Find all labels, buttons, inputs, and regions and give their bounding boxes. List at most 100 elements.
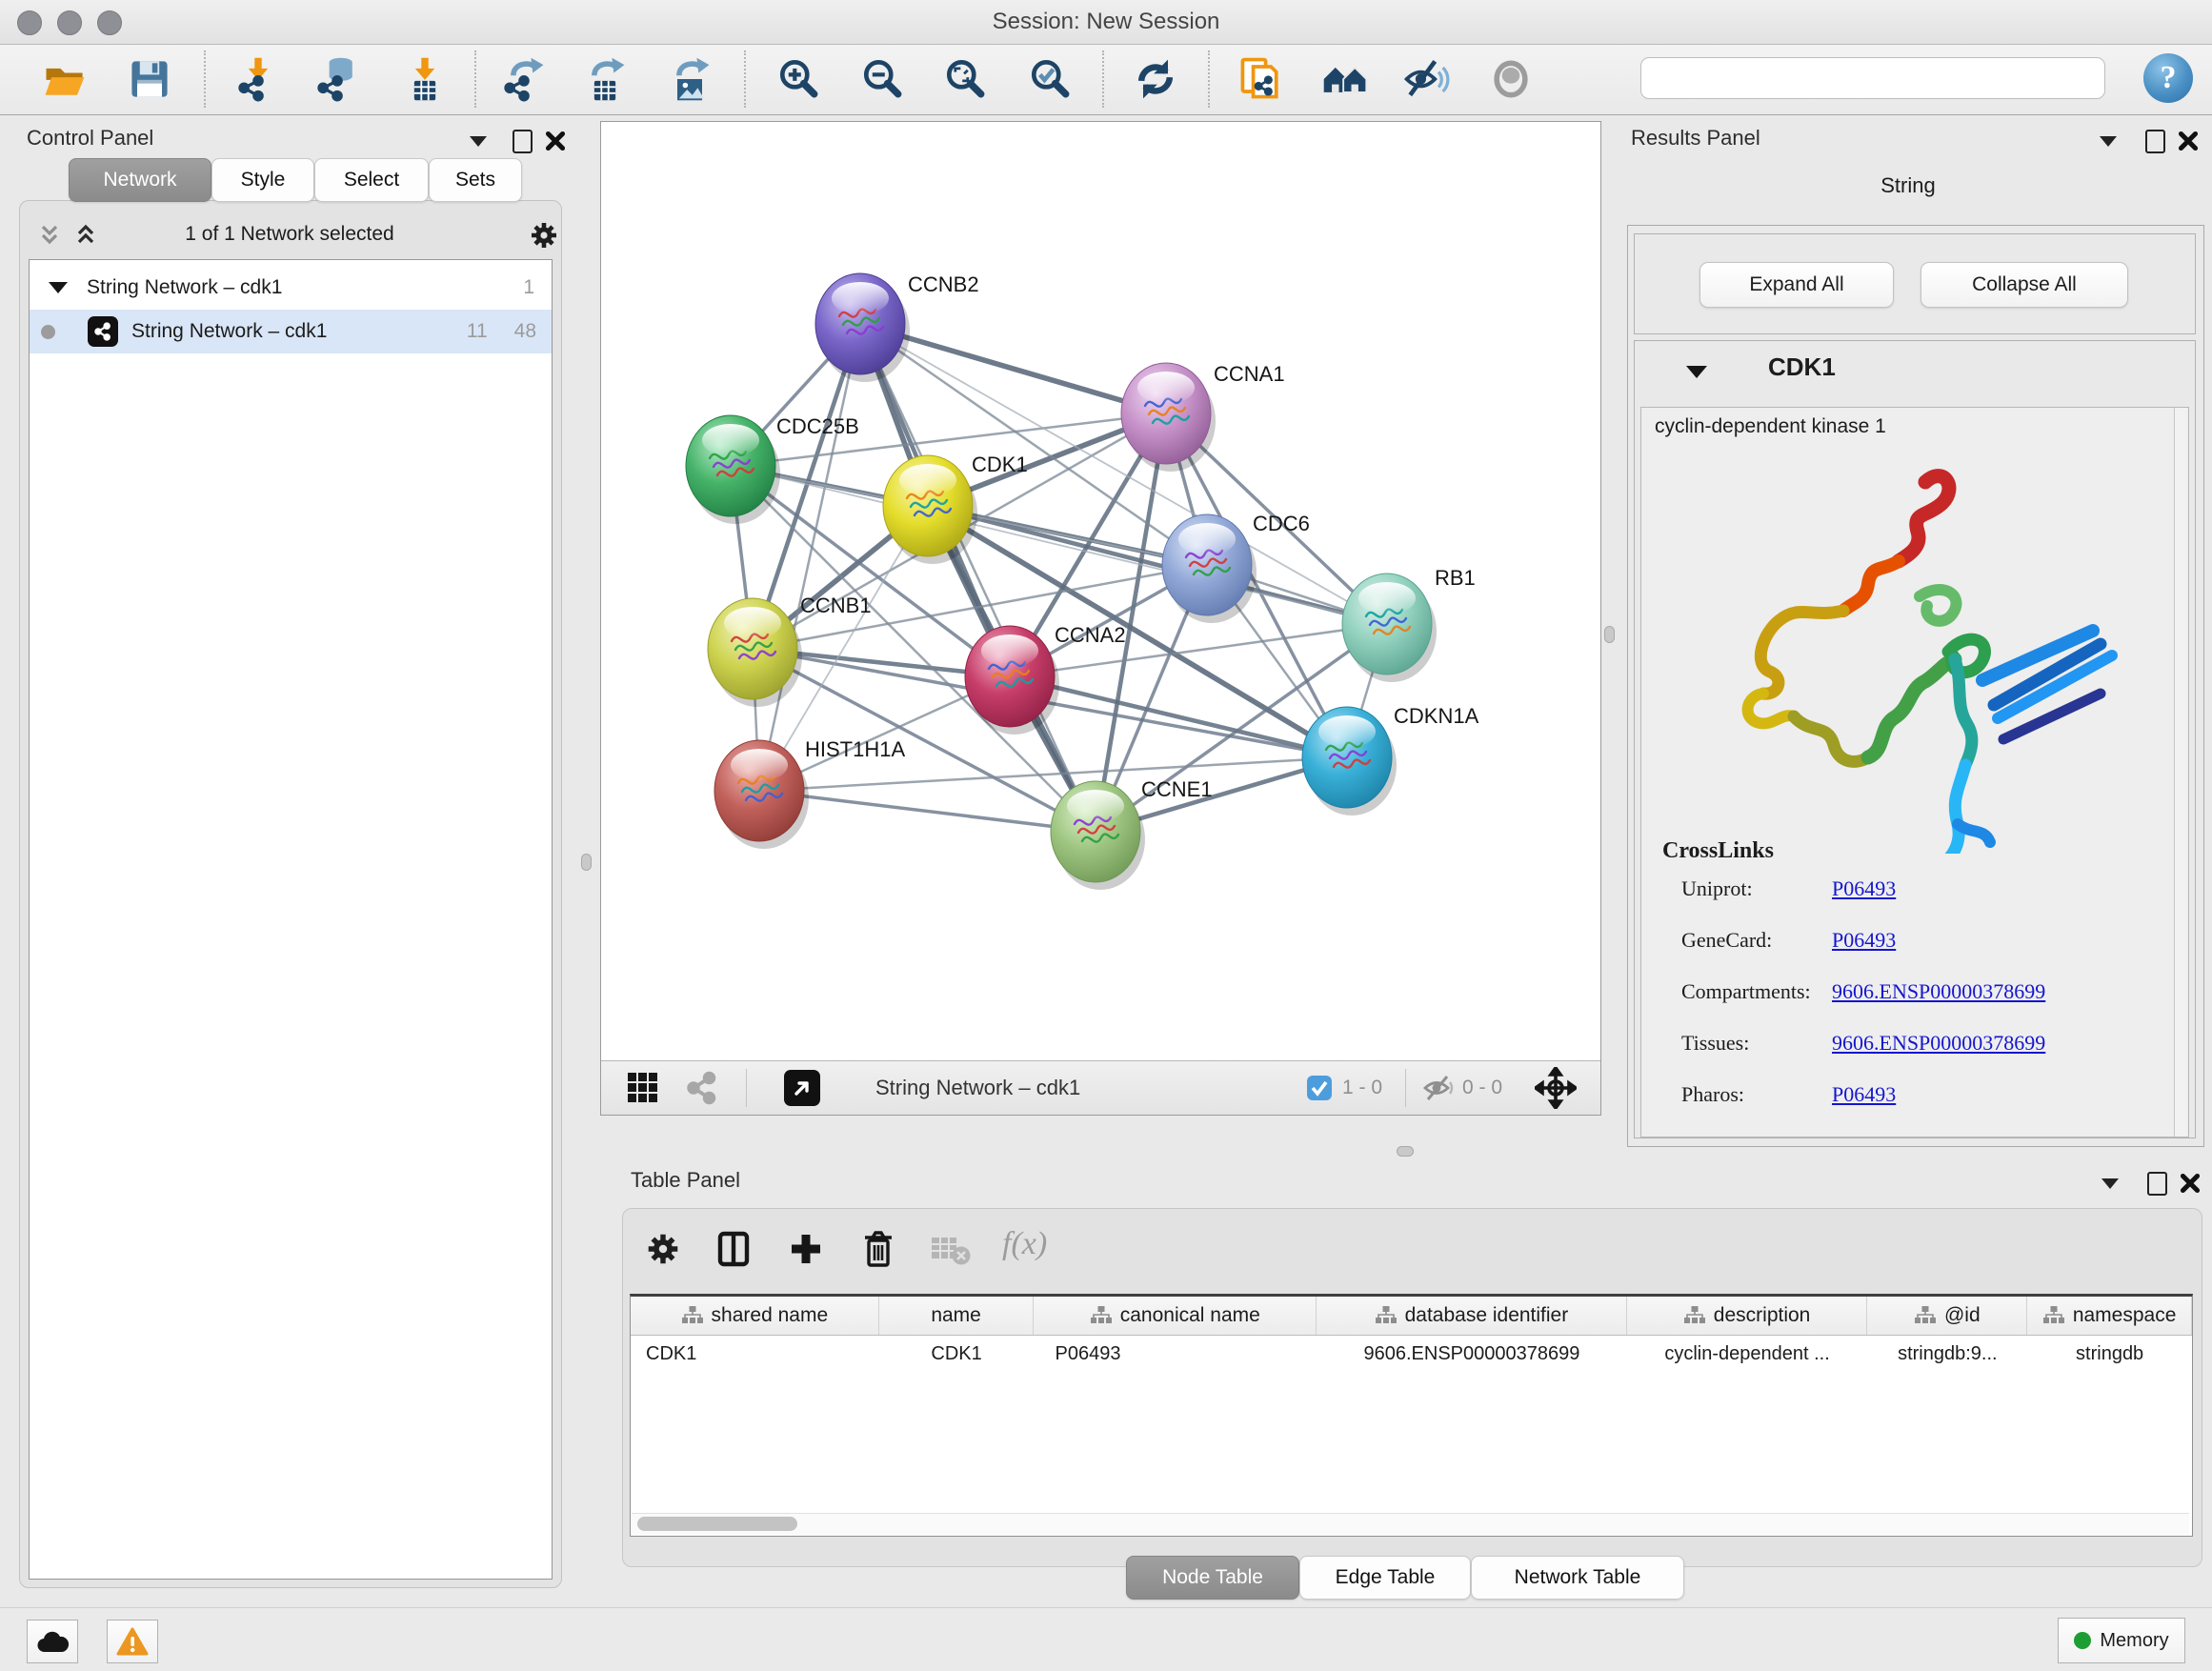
crosslink-row: GeneCard: P06493 <box>1681 928 1772 953</box>
tab-string[interactable]: String <box>1856 164 1961 208</box>
results-panel-menu-icon[interactable] <box>2100 136 2117 147</box>
crosslink-link[interactable]: P06493 <box>1832 876 1896 901</box>
memory-button[interactable]: Memory <box>2058 1618 2185 1663</box>
birds-eye-view-icon[interactable] <box>784 1070 820 1106</box>
hide-graphics-details-icon[interactable] <box>1399 52 1453 106</box>
export-image-icon[interactable] <box>663 52 716 106</box>
table-cell[interactable]: 9606.ENSP00000378699 <box>1317 1336 1627 1372</box>
tab-sets[interactable]: Sets <box>429 158 522 202</box>
tab-style[interactable]: Style <box>211 158 314 202</box>
save-session-icon[interactable] <box>123 52 176 106</box>
table-cell[interactable]: stringdb <box>2027 1336 2192 1372</box>
control-panel-close-icon[interactable] <box>545 131 566 151</box>
table-horizontal-scrollbar[interactable] <box>632 1513 2189 1535</box>
table-body: CDK1CDK1P064939606.ENSP00000378699cyclin… <box>631 1336 2192 1372</box>
results-panel-close-icon[interactable] <box>2178 131 2199 151</box>
crosslink-link[interactable]: P06493 <box>1832 1082 1896 1107</box>
import-network-from-database-icon[interactable] <box>311 52 364 106</box>
crosslink-link[interactable]: 9606.ENSP00000378699 <box>1832 1031 2045 1056</box>
left-splitter-handle[interactable] <box>581 854 592 871</box>
table-cell[interactable]: P06493 <box>1034 1336 1317 1372</box>
table-cell[interactable]: stringdb:9... <box>1867 1336 2027 1372</box>
bottom-splitter-handle[interactable] <box>1397 1146 1414 1157</box>
network-row-selected[interactable]: String Network – cdk1 11 48 <box>30 310 552 353</box>
expand-all-networks-icon[interactable] <box>72 222 99 249</box>
export-table-icon[interactable] <box>578 52 632 106</box>
create-column-plus-icon[interactable] <box>787 1230 825 1268</box>
control-panel-menu-icon[interactable] <box>470 136 487 147</box>
column-header--id[interactable]: @id <box>1867 1297 2027 1335</box>
gene-name: CDK1 <box>1768 352 1836 382</box>
delete-table-icon <box>930 1234 972 1266</box>
cloud-button[interactable] <box>27 1620 78 1663</box>
right-splitter-handle[interactable] <box>1604 626 1615 643</box>
crosslink-link[interactable]: 9606.ENSP00000378699 <box>1832 979 2045 1004</box>
tab-edge-table[interactable]: Edge Table <box>1299 1556 1471 1600</box>
column-header-namespace[interactable]: namespace <box>2027 1297 2192 1335</box>
node-table[interactable]: shared namenamecanonical namedatabase id… <box>630 1294 2193 1537</box>
refresh-icon[interactable] <box>1129 52 1182 106</box>
svg-text:CDKN1A: CDKN1A <box>1394 704 1479 728</box>
show-graphics-details-icon[interactable] <box>1484 52 1538 106</box>
first-neighbors-icon[interactable] <box>1318 52 1372 106</box>
column-header-name[interactable]: name <box>879 1297 1035 1335</box>
tab-select[interactable]: Select <box>314 158 429 202</box>
selected-checkbox-icon[interactable] <box>1306 1075 1333 1101</box>
network-options-gear-icon[interactable] <box>528 219 560 252</box>
clone-network-icon[interactable] <box>1234 52 1287 106</box>
results-scrollbar[interactable] <box>2174 408 2186 1137</box>
show-columns-icon[interactable] <box>714 1230 753 1268</box>
open-session-icon[interactable] <box>38 52 91 106</box>
network-type-icon <box>88 316 118 347</box>
share-view-icon[interactable] <box>685 1071 719 1105</box>
network-collection-row[interactable]: String Network – cdk1 1 <box>30 266 552 310</box>
zoom-fit-icon[interactable] <box>938 52 992 106</box>
column-header-canonical-name[interactable]: canonical name <box>1034 1297 1317 1335</box>
import-network-icon[interactable] <box>231 52 285 106</box>
grid-view-icon[interactable] <box>626 1071 660 1105</box>
zoom-selected-icon[interactable] <box>1023 52 1076 106</box>
memory-label: Memory <box>2100 1630 2168 1652</box>
zoom-in-icon[interactable] <box>772 52 825 106</box>
search-input[interactable] <box>1640 57 2105 99</box>
collection-label: String Network – cdk1 <box>87 276 282 299</box>
crosslink-label: Compartments: <box>1681 979 1811 1003</box>
tab-network-table[interactable]: Network Table <box>1471 1556 1684 1600</box>
zoom-out-icon[interactable] <box>855 52 909 106</box>
expand-all-button[interactable]: Expand All <box>1699 262 1894 308</box>
table-row[interactable]: CDK1CDK1P064939606.ENSP00000378699cyclin… <box>631 1336 2192 1372</box>
import-table-icon[interactable] <box>398 52 452 106</box>
export-network-icon[interactable] <box>497 52 551 106</box>
collapse-all-networks-icon[interactable] <box>36 222 63 249</box>
collection-expand-icon[interactable] <box>49 282 68 293</box>
control-panel-float-icon[interactable] <box>513 130 533 153</box>
table-options-gear-icon[interactable] <box>644 1230 682 1268</box>
crosslink-link[interactable]: P06493 <box>1832 928 1896 953</box>
fit-content-crosshair-icon[interactable] <box>1535 1067 1577 1109</box>
tab-network[interactable]: Network <box>69 158 211 202</box>
column-header-database-identifier[interactable]: database identifier <box>1317 1297 1627 1335</box>
network-view[interactable]: CCNB2CCNA1CDC25BCDK1CDC6RB1CCNB1CCNA2CDK… <box>600 121 1601 1116</box>
table-cell[interactable]: cyclin-dependent ... <box>1627 1336 1868 1372</box>
column-header-shared-name[interactable]: shared name <box>631 1297 879 1335</box>
crosslink-row: Pharos: P06493 <box>1681 1082 1744 1107</box>
results-panel-float-icon[interactable] <box>2145 130 2165 153</box>
hidden-eye-slash-icon <box>1422 1074 1455 1102</box>
table-cell[interactable]: CDK1 <box>879 1336 1035 1372</box>
crosslink-row: Uniprot: P06493 <box>1681 876 1753 901</box>
delete-column-trash-icon[interactable] <box>859 1228 897 1270</box>
gene-details: cyclin-dependent kinase 1 <box>1640 407 2189 1137</box>
table-cell[interactable]: CDK1 <box>631 1336 879 1372</box>
footer-separator <box>746 1069 747 1107</box>
warnings-button[interactable] <box>107 1620 158 1663</box>
collapse-all-button[interactable]: Collapse All <box>1920 262 2128 308</box>
tab-node-table[interactable]: Node Table <box>1126 1556 1299 1600</box>
column-header-description[interactable]: description <box>1627 1297 1868 1335</box>
table-panel-menu-icon[interactable] <box>2101 1178 2119 1189</box>
network-canvas[interactable]: CCNB2CCNA1CDC25BCDK1CDC6RB1CCNB1CCNA2CDK… <box>601 122 1600 1061</box>
gene-collapse-icon[interactable] <box>1686 366 1707 378</box>
scrollbar-thumb[interactable] <box>637 1517 797 1531</box>
help-icon[interactable]: ? <box>2143 53 2193 103</box>
table-panel-float-icon[interactable] <box>2147 1172 2167 1196</box>
table-panel-close-icon[interactable] <box>2180 1173 2201 1194</box>
